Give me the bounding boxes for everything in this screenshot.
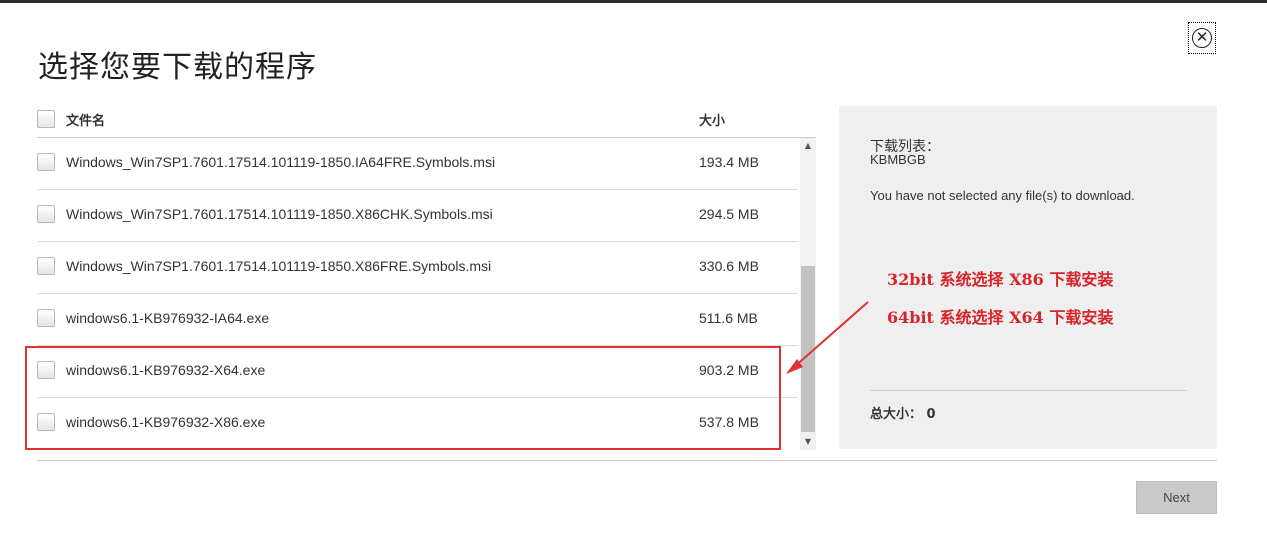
select-all-checkbox[interactable] bbox=[37, 110, 55, 128]
scroll-thumb[interactable] bbox=[801, 266, 815, 432]
scroll-down-arrow-icon[interactable]: ▼ bbox=[800, 434, 816, 450]
page-title: 选择您要下载的程序 bbox=[38, 50, 317, 85]
panel-divider bbox=[870, 390, 1187, 391]
file-size: 193.4 MB bbox=[699, 154, 759, 170]
annotation-highlight-box bbox=[25, 346, 781, 450]
download-list-units: KBMBGB bbox=[870, 152, 926, 167]
file-name: Windows_Win7SP1.7601.17514.101119-1850.I… bbox=[66, 154, 496, 170]
scroll-up-arrow-icon[interactable]: ▲ bbox=[800, 138, 816, 154]
column-header-filename: 文件名 bbox=[66, 114, 106, 129]
next-button[interactable]: Next bbox=[1136, 481, 1217, 514]
file-checkbox[interactable] bbox=[37, 205, 55, 223]
file-row[interactable]: Windows_Win7SP1.7601.17514.101119-1850.I… bbox=[37, 138, 798, 190]
file-name: Windows_Win7SP1.7601.17514.101119-1850.X… bbox=[66, 206, 493, 222]
close-button[interactable]: ✕ bbox=[1188, 22, 1216, 54]
top-border bbox=[0, 0, 1267, 3]
annotation-32bit: 32bit 系统选择 X86 下载安装 bbox=[887, 270, 1114, 289]
footer-divider bbox=[37, 460, 1217, 461]
file-row[interactable]: Windows_Win7SP1.7601.17514.101119-1850.X… bbox=[37, 242, 798, 294]
list-scrollbar[interactable]: ▲ ▼ bbox=[800, 138, 816, 450]
file-row[interactable]: Windows_Win7SP1.7601.17514.101119-1850.X… bbox=[37, 190, 798, 242]
annotation-64bit: 64bit 系统选择 X64 下载安装 bbox=[887, 308, 1114, 327]
file-size: 330.6 MB bbox=[699, 258, 759, 274]
file-name: windows6.1-KB976932-IA64.exe bbox=[66, 310, 270, 326]
total-size-label: 总大小： bbox=[870, 407, 923, 422]
file-row[interactable]: windows6.1-KB976932-IA64.exe 511.6 MB bbox=[37, 294, 798, 346]
file-size: 294.5 MB bbox=[699, 206, 759, 222]
column-header-size: 大小 bbox=[699, 114, 726, 129]
file-name: Windows_Win7SP1.7601.17514.101119-1850.X… bbox=[66, 258, 492, 274]
file-checkbox[interactable] bbox=[37, 309, 55, 327]
total-size: 总大小： 0 bbox=[870, 403, 936, 422]
close-icon: ✕ bbox=[1192, 28, 1212, 48]
empty-selection-message: You have not selected any file(s) to dow… bbox=[870, 188, 1135, 203]
file-size: 511.6 MB bbox=[699, 310, 758, 326]
file-checkbox[interactable] bbox=[37, 257, 55, 275]
total-size-value: 0 bbox=[926, 407, 936, 422]
file-checkbox[interactable] bbox=[37, 153, 55, 171]
